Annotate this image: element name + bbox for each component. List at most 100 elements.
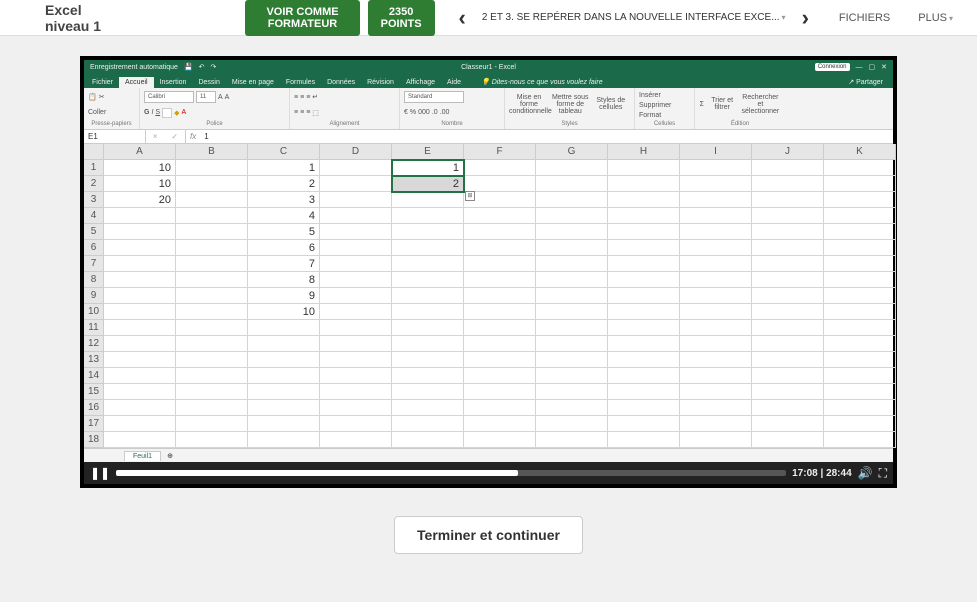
col-header-F[interactable]: F: [464, 144, 536, 160]
cell-C18[interactable]: [248, 432, 320, 448]
confirm-formula-icon[interactable]: ✓: [171, 132, 178, 141]
cell-C13[interactable]: [248, 352, 320, 368]
cancel-formula-icon[interactable]: ×: [153, 132, 158, 141]
cell-G9[interactable]: [536, 288, 608, 304]
cell-I8[interactable]: [680, 272, 752, 288]
fx-icon[interactable]: fx: [186, 132, 200, 141]
cell-H5[interactable]: [608, 224, 680, 240]
cell-B1[interactable]: [176, 160, 248, 176]
cell-C3[interactable]: 3: [248, 192, 320, 208]
cell-C6[interactable]: 6: [248, 240, 320, 256]
cell-G13[interactable]: [536, 352, 608, 368]
cell-J17[interactable]: [752, 416, 824, 432]
cell-K8[interactable]: [824, 272, 896, 288]
pause-icon[interactable]: ❚❚: [90, 466, 110, 480]
cell-J9[interactable]: [752, 288, 824, 304]
cell-C15[interactable]: [248, 384, 320, 400]
cell-I15[interactable]: [680, 384, 752, 400]
cell-H10[interactable]: [608, 304, 680, 320]
cell-J2[interactable]: [752, 176, 824, 192]
cell-H15[interactable]: [608, 384, 680, 400]
col-header-G[interactable]: G: [536, 144, 608, 160]
row-header-9[interactable]: 9: [84, 288, 104, 304]
col-header-C[interactable]: C: [248, 144, 320, 160]
cell-E18[interactable]: [392, 432, 464, 448]
font-name-select[interactable]: Calibri: [144, 91, 194, 103]
cell-K1[interactable]: [824, 160, 896, 176]
cond-format-button[interactable]: Mise en forme conditionnelle: [509, 94, 549, 115]
cell-B8[interactable]: [176, 272, 248, 288]
percent-icon[interactable]: %: [410, 109, 416, 116]
cell-H4[interactable]: [608, 208, 680, 224]
cell-C12[interactable]: [248, 336, 320, 352]
cell-F4[interactable]: [464, 208, 536, 224]
cell-E9[interactable]: [392, 288, 464, 304]
fullscreen-icon[interactable]: ⛶: [879, 466, 887, 481]
cell-A17[interactable]: [104, 416, 176, 432]
cell-H18[interactable]: [608, 432, 680, 448]
cell-F18[interactable]: [464, 432, 536, 448]
cell-G8[interactable]: [536, 272, 608, 288]
cell-A13[interactable]: [104, 352, 176, 368]
cell-K9[interactable]: [824, 288, 896, 304]
cell-F14[interactable]: [464, 368, 536, 384]
cell-E16[interactable]: [392, 400, 464, 416]
cell-A5[interactable]: [104, 224, 176, 240]
maximize-icon[interactable]: ▢: [869, 63, 876, 71]
delete-button[interactable]: Supprimer: [639, 102, 671, 109]
cell-J10[interactable]: [752, 304, 824, 320]
cell-I18[interactable]: [680, 432, 752, 448]
cell-A14[interactable]: [104, 368, 176, 384]
cell-G12[interactable]: [536, 336, 608, 352]
cell-K18[interactable]: [824, 432, 896, 448]
paste-icon[interactable]: 📋: [88, 93, 97, 101]
cell-J18[interactable]: [752, 432, 824, 448]
cell-C2[interactable]: 2: [248, 176, 320, 192]
cell-B11[interactable]: [176, 320, 248, 336]
row-header-11[interactable]: 11: [84, 320, 104, 336]
row-header-1[interactable]: 1: [84, 160, 104, 176]
cell-D14[interactable]: [320, 368, 392, 384]
cell-E3[interactable]: [392, 192, 464, 208]
cell-G2[interactable]: [536, 176, 608, 192]
cell-D3[interactable]: [320, 192, 392, 208]
decrease-font-icon[interactable]: A: [225, 94, 230, 101]
cell-A8[interactable]: [104, 272, 176, 288]
cell-J6[interactable]: [752, 240, 824, 256]
cell-C16[interactable]: [248, 400, 320, 416]
cell-I1[interactable]: [680, 160, 752, 176]
next-lesson-arrow[interactable]: ›: [786, 5, 825, 31]
cell-H6[interactable]: [608, 240, 680, 256]
cell-D18[interactable]: [320, 432, 392, 448]
cell-B5[interactable]: [176, 224, 248, 240]
cell-J8[interactable]: [752, 272, 824, 288]
cell-H11[interactable]: [608, 320, 680, 336]
row-header-14[interactable]: 14: [84, 368, 104, 384]
cell-F6[interactable]: [464, 240, 536, 256]
tell-me-input[interactable]: 💡 Dites-nous ce que vous voulez faire: [475, 76, 609, 88]
align-top-icon[interactable]: ≡: [294, 94, 298, 101]
cell-F7[interactable]: [464, 256, 536, 272]
cell-K4[interactable]: [824, 208, 896, 224]
more-link[interactable]: PLUS▾: [904, 12, 967, 24]
cell-I14[interactable]: [680, 368, 752, 384]
cell-H8[interactable]: [608, 272, 680, 288]
row-header-16[interactable]: 16: [84, 400, 104, 416]
cell-K10[interactable]: [824, 304, 896, 320]
cell-H2[interactable]: [608, 176, 680, 192]
cell-B17[interactable]: [176, 416, 248, 432]
cell-D9[interactable]: [320, 288, 392, 304]
cell-F10[interactable]: [464, 304, 536, 320]
insert-button[interactable]: Insérer: [639, 92, 661, 99]
row-header-13[interactable]: 13: [84, 352, 104, 368]
cell-H1[interactable]: [608, 160, 680, 176]
cell-I10[interactable]: [680, 304, 752, 320]
finish-continue-button[interactable]: Terminer et continuer: [394, 516, 583, 554]
cell-C10[interactable]: 10: [248, 304, 320, 320]
cell-I16[interactable]: [680, 400, 752, 416]
cell-E1[interactable]: 1: [392, 160, 464, 176]
prev-lesson-arrow[interactable]: ‹: [443, 5, 482, 31]
cell-G10[interactable]: [536, 304, 608, 320]
cell-D8[interactable]: [320, 272, 392, 288]
bold-button[interactable]: G: [144, 109, 149, 116]
